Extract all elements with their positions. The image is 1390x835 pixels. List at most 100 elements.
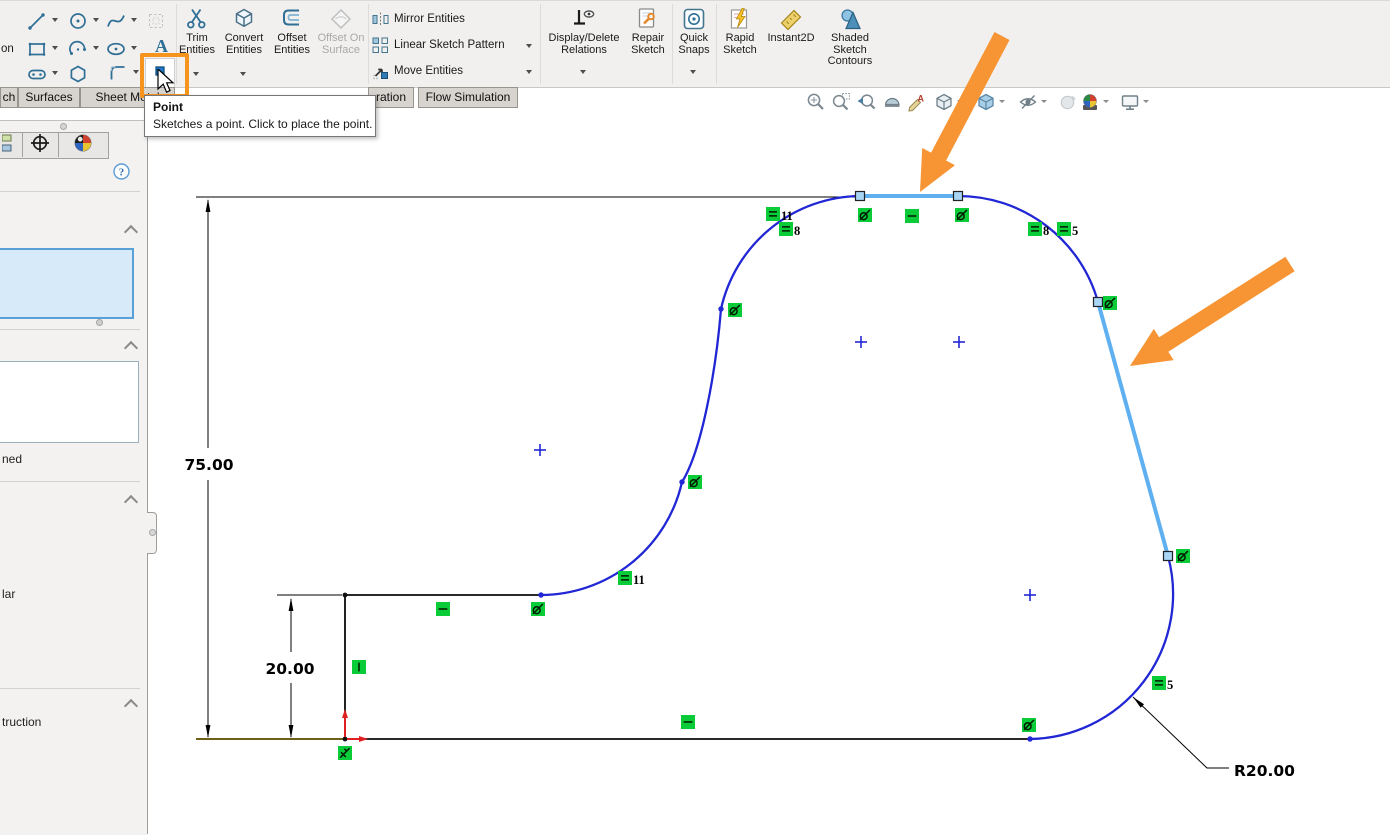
collapse-chevron[interactable] [124, 225, 138, 239]
relation-badge-tangent[interactable] [955, 208, 969, 222]
ellipse-tool-button[interactable] [104, 37, 128, 61]
move-entities-button[interactable]: Move Entities [394, 63, 463, 79]
radius-dimension[interactable]: R20.00 [1133, 697, 1295, 780]
rectangle-tool-button[interactable] [25, 37, 49, 61]
relation-badge-horizontal[interactable] [436, 602, 450, 616]
arc-center-mark[interactable] [953, 336, 965, 348]
view-settings-icon-caret[interactable] [1143, 100, 1149, 103]
line-tool-caret[interactable] [52, 18, 58, 22]
selected-endpoint-handle[interactable] [1164, 552, 1173, 561]
scene-icon[interactable] [1080, 92, 1100, 112]
relation-badge-horizontal[interactable] [681, 715, 695, 729]
convert-entities-button[interactable]: Convert Entities [220, 3, 268, 85]
spline-tool-button[interactable] [104, 9, 128, 33]
repair-sketch-button[interactable]: Repair Sketch [624, 3, 672, 85]
annotation-view-icon[interactable]: A [906, 92, 926, 112]
sketch-arc[interactable] [958, 196, 1098, 302]
arc-center-mark[interactable] [855, 336, 867, 348]
text-tool-button[interactable]: A [150, 33, 174, 57]
relation-badge-vertical[interactable] [352, 660, 366, 674]
hide-show-icon-caret[interactable] [1041, 100, 1047, 103]
fillet-tool-button[interactable] [106, 61, 130, 85]
offset-entities-button[interactable]: Offset Entities [268, 3, 316, 85]
polygon-tool-button[interactable] [66, 62, 90, 86]
line-tool-button[interactable] [25, 9, 49, 33]
arc-center-mark[interactable] [534, 444, 546, 456]
scene-icon-caret[interactable] [1103, 100, 1109, 103]
step-dimension[interactable] [277, 595, 342, 737]
relation-badge-horizontal[interactable] [905, 209, 919, 223]
display-delete-caret[interactable] [580, 70, 586, 74]
fillet-tool-caret[interactable] [133, 70, 139, 74]
trim-entities-button[interactable]: Trim Entities [176, 3, 218, 85]
instant2d-button[interactable]: Instant2D [763, 3, 819, 85]
slot-tool-button[interactable] [25, 62, 49, 86]
ellipse-tool-caret[interactable] [131, 46, 137, 50]
rectangle-tool-caret[interactable] [52, 46, 58, 50]
selected-endpoint-handle[interactable] [1094, 298, 1103, 307]
panel-tab-property-manager[interactable] [22, 133, 59, 157]
panel-collapse-handle[interactable] [147, 512, 157, 554]
linear-pattern-caret[interactable] [526, 44, 532, 48]
display-delete-relations-button[interactable]: Display/Delete Relations [542, 3, 626, 85]
collapse-chevron[interactable] [124, 699, 138, 713]
point-tool-button[interactable] [145, 58, 175, 89]
convert-caret[interactable] [240, 72, 246, 76]
height-dimension[interactable] [196, 197, 857, 737]
display-style-icon-caret[interactable] [999, 100, 1005, 103]
section-view-icon[interactable] [882, 92, 902, 112]
selected-endpoint-handle[interactable] [954, 192, 963, 201]
sketch-endpoint[interactable] [679, 479, 684, 484]
view-settings-icon[interactable] [1120, 92, 1140, 112]
relation-badge-equal[interactable] [1057, 222, 1071, 236]
sketch-endpoint[interactable] [718, 306, 723, 311]
hide-show-icon[interactable] [1018, 92, 1038, 112]
trim-caret[interactable] [193, 72, 199, 76]
relation-badge-tangent[interactable] [688, 475, 702, 489]
quick-snaps-button[interactable]: Quick Snaps [673, 3, 715, 85]
panel-tab-appearances[interactable] [58, 133, 107, 157]
shaded-sketch-contours-button[interactable]: Shaded Sketch Contours [820, 3, 880, 85]
help-icon[interactable]: ? [113, 163, 130, 180]
selected-sketch-line[interactable] [1098, 302, 1168, 556]
circle-tool-button[interactable] [66, 9, 90, 33]
zoom-fit-icon[interactable] [806, 92, 826, 112]
circle-tool-caret[interactable] [93, 18, 99, 22]
collapse-chevron[interactable] [124, 495, 138, 509]
mirror-entities-button[interactable]: Mirror Entities [394, 11, 465, 27]
relation-badge-equal[interactable] [766, 207, 780, 221]
sketch-endpoint[interactable] [1027, 736, 1032, 741]
zoom-area-icon[interactable] [831, 92, 851, 112]
height-dimension-value[interactable]: 75.00 [184, 456, 233, 474]
previous-view-icon[interactable] [856, 92, 876, 112]
step-dimension-value[interactable]: 20.00 [265, 660, 314, 678]
sketch-arc[interactable] [541, 196, 860, 595]
arc-tool-button[interactable] [66, 37, 90, 61]
relation-badge-equal[interactable] [618, 571, 632, 585]
relation-badge-tangent[interactable] [1176, 549, 1190, 563]
relation-badge-tangent[interactable] [728, 303, 742, 317]
view-orientation-icon[interactable] [934, 92, 954, 112]
relations-listbox[interactable] [0, 361, 139, 443]
panel-tab-feature-tree[interactable] [0, 133, 23, 157]
linear-pattern-button[interactable]: Linear Sketch Pattern [394, 37, 505, 53]
selection-listbox[interactable] [0, 248, 134, 319]
collapse-chevron[interactable] [124, 341, 138, 355]
view-orientation-icon-caret[interactable] [957, 100, 963, 103]
sketch-endpoint[interactable] [538, 592, 543, 597]
sketch-vertex[interactable] [343, 593, 348, 598]
quick-snaps-caret[interactable] [690, 70, 696, 74]
move-entities-caret[interactable] [526, 70, 532, 74]
spline-tool-caret[interactable] [131, 18, 137, 22]
relation-badge-equal[interactable] [779, 222, 793, 236]
relation-badge-fixed[interactable] [338, 746, 352, 760]
arc-center-mark[interactable] [1024, 589, 1036, 601]
relation-badge-tangent[interactable] [1022, 718, 1036, 732]
relation-badge-equal[interactable] [1152, 676, 1166, 690]
relation-badge-tangent[interactable] [531, 602, 545, 616]
display-style-icon[interactable] [976, 92, 996, 112]
sketch-arc[interactable] [1030, 556, 1173, 739]
rapid-sketch-button[interactable]: Rapid Sketch [717, 3, 763, 85]
slot-tool-caret[interactable] [52, 71, 58, 75]
relation-badge-tangent[interactable] [858, 208, 872, 222]
